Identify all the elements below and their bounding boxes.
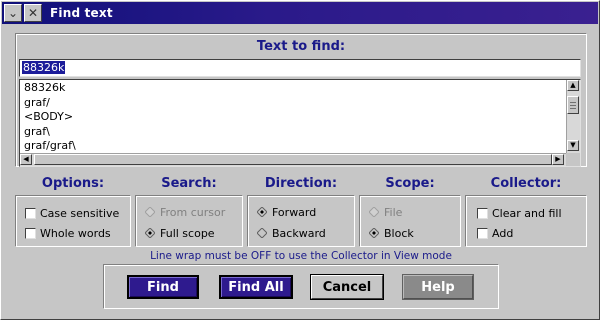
list-item[interactable]: <BODY> xyxy=(22,110,566,125)
find-all-button[interactable]: Find All xyxy=(219,275,293,299)
find-button[interactable]: Find xyxy=(127,275,199,299)
scope-heading: Scope: xyxy=(385,176,435,191)
grip-line xyxy=(570,108,576,109)
radio-diamond-selected-icon[interactable] xyxy=(257,207,267,217)
scroll-up-button[interactable]: ▲ xyxy=(567,80,579,91)
scroll-down-button[interactable]: ▼ xyxy=(567,140,579,151)
from-cursor-label: From cursor xyxy=(160,205,226,219)
file-radio[interactable]: File xyxy=(369,204,402,220)
text-to-find-heading: Text to find: xyxy=(256,39,346,54)
full-scope-radio[interactable]: Full scope xyxy=(145,225,215,241)
title-bar[interactable]: ⌄ ✕ Find text xyxy=(2,2,598,24)
options-heading: Options: xyxy=(41,176,105,191)
case-sensitive-checkbox[interactable]: Case sensitive xyxy=(25,205,119,221)
grip-line xyxy=(570,102,576,103)
full-scope-label: Full scope xyxy=(160,226,215,240)
backward-radio[interactable]: Backward xyxy=(257,225,326,241)
arrow-up-icon: ▲ xyxy=(570,81,576,89)
checkbox-box[interactable] xyxy=(477,227,488,239)
radio-diamond-selected-icon[interactable] xyxy=(369,228,379,238)
backward-label: Backward xyxy=(272,226,326,240)
file-label: File xyxy=(384,205,403,219)
chevron-down-icon: ⌄ xyxy=(7,6,19,20)
collector-note: Line wrap must be OFF to use the Collect… xyxy=(150,250,452,262)
close-button[interactable]: ✕ xyxy=(24,4,42,22)
horizontal-scrollbar[interactable]: ◀ ▶ xyxy=(20,153,566,166)
list-item[interactable]: graf/ xyxy=(22,96,566,111)
checkbox-box[interactable] xyxy=(25,227,36,239)
whole-words-label: Whole words xyxy=(40,226,111,240)
list-item[interactable]: 88326k xyxy=(22,81,566,96)
scroll-left-button[interactable]: ◀ xyxy=(20,154,32,165)
vertical-scroll-thumb[interactable] xyxy=(567,96,579,114)
find-text-dialog: ⌄ ✕ Find text Text to find: 88326k 88326… xyxy=(0,0,600,320)
add-checkbox[interactable]: Add xyxy=(477,225,513,241)
scrollbar-corner xyxy=(566,153,580,166)
block-label: Block xyxy=(384,226,414,240)
block-radio[interactable]: Block xyxy=(369,225,414,241)
vertical-scrollbar[interactable]: ▲ ▼ xyxy=(566,80,580,153)
horizontal-scroll-thumb[interactable] xyxy=(34,154,552,165)
find-text-value: 88326k xyxy=(22,61,66,74)
whole-words-checkbox[interactable]: Whole words xyxy=(25,225,111,241)
direction-heading: Direction: xyxy=(264,176,338,191)
close-icon: ✕ xyxy=(27,6,39,20)
history-list: 88326k graf/ <BODY> graf\ graf/graf\ xyxy=(22,81,566,153)
arrow-right-icon: ▶ xyxy=(555,155,561,163)
cancel-button[interactable]: Cancel xyxy=(310,274,384,300)
grip-line xyxy=(570,105,576,106)
radio-diamond-icon[interactable] xyxy=(145,207,155,217)
arrow-left-icon: ◀ xyxy=(23,155,29,163)
clear-and-fill-label: Clear and fill xyxy=(492,206,562,220)
search-heading: Search: xyxy=(161,176,217,191)
add-label: Add xyxy=(492,226,514,240)
history-list-box: 88326k graf/ <BODY> graf\ graf/graf\ ▲ ▼… xyxy=(19,79,581,167)
from-cursor-radio[interactable]: From cursor xyxy=(145,204,225,220)
help-button[interactable]: Help xyxy=(402,274,474,300)
list-item[interactable]: graf/graf\ xyxy=(22,139,566,153)
scroll-right-button[interactable]: ▶ xyxy=(552,154,564,165)
window-title: Find text xyxy=(50,6,113,20)
list-item[interactable]: graf\ xyxy=(22,125,566,140)
checkbox-box[interactable] xyxy=(25,207,36,219)
case-sensitive-label: Case sensitive xyxy=(40,206,120,220)
radio-diamond-icon[interactable] xyxy=(369,207,379,217)
forward-radio[interactable]: Forward xyxy=(257,204,316,220)
find-text-input[interactable]: 88326k xyxy=(19,59,581,77)
radio-diamond-selected-icon[interactable] xyxy=(145,228,155,238)
clear-and-fill-checkbox[interactable]: Clear and fill xyxy=(477,205,562,221)
checkbox-box[interactable] xyxy=(477,207,488,219)
window-menu-button[interactable]: ⌄ xyxy=(4,4,22,22)
collector-heading: Collector: xyxy=(490,176,562,191)
forward-label: Forward xyxy=(272,205,317,219)
arrow-down-icon: ▼ xyxy=(570,141,576,149)
radio-diamond-icon[interactable] xyxy=(257,228,267,238)
